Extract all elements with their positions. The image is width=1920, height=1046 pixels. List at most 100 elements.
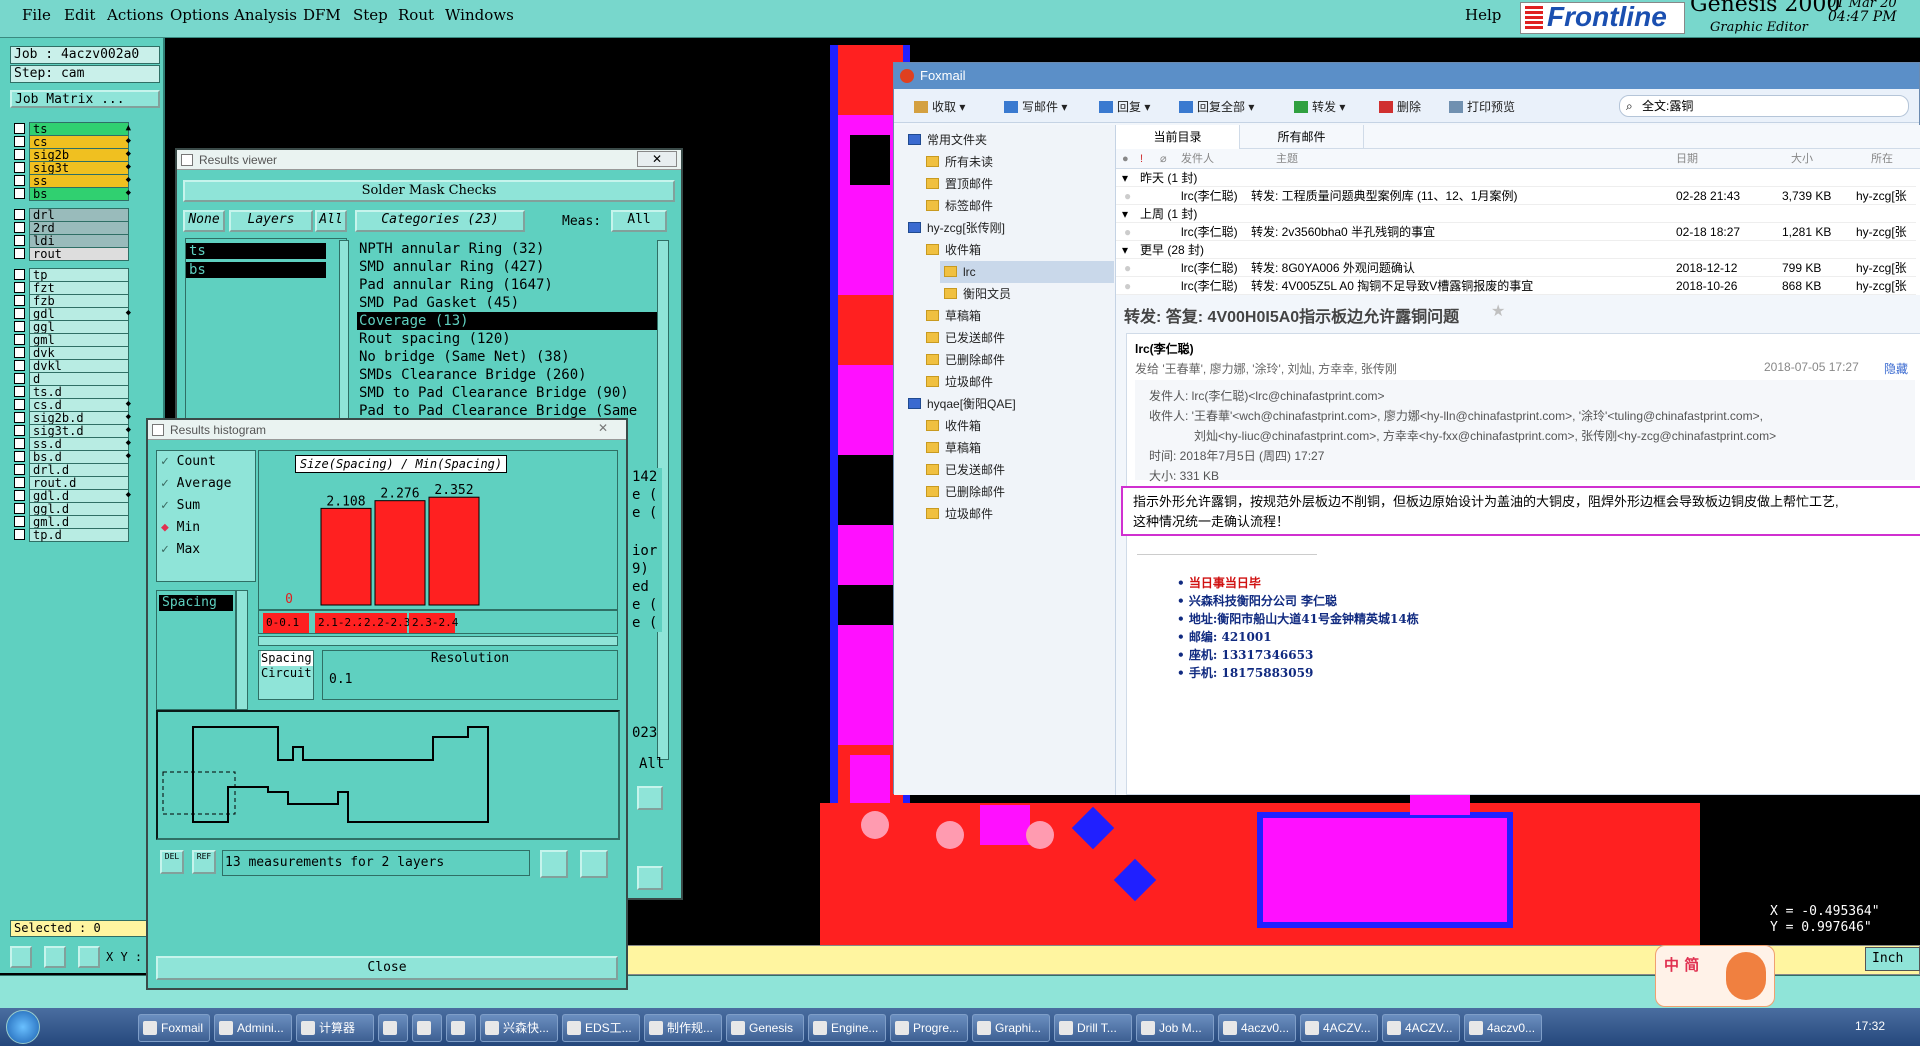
resolution-value[interactable]: 0.1 (323, 672, 617, 687)
mail-row[interactable]: ● lrc(李仁聪) 转发: 工程质量问题典型案例库 (11、12、1月案例) 02-… (1116, 187, 1916, 205)
folder-item[interactable]: 已删除邮件 (922, 481, 1114, 503)
col-subject[interactable]: 主题 (1276, 149, 1298, 169)
layer-row[interactable]: sig2b ◆ (14, 148, 134, 162)
layer-row[interactable]: ts ▲ (14, 122, 134, 136)
delete-button[interactable]: 删除 (1379, 98, 1421, 115)
layer-name[interactable]: bs.d (29, 450, 129, 464)
expand-icon[interactable]: ▾ (1122, 241, 1128, 259)
menu-options[interactable]: Options (170, 6, 229, 24)
layer-name[interactable]: sig2b.d (29, 411, 129, 425)
layer-name[interactable]: cs (29, 135, 129, 149)
layer-row[interactable]: dvkl (14, 359, 134, 373)
expand-icon[interactable]: ▾ (1122, 169, 1128, 187)
menu-step[interactable]: Step (353, 6, 388, 24)
layer-checkbox[interactable] (14, 347, 25, 358)
taskbar-item[interactable]: 4ACZV... (1382, 1014, 1460, 1042)
tab-current-folder[interactable]: 当前目录 (1116, 125, 1240, 149)
taskbar-item[interactable]: 4aczv0... (1218, 1014, 1296, 1042)
layer-row[interactable]: d (14, 372, 134, 386)
folder-item[interactable]: 标签邮件 (922, 195, 1114, 217)
col-location[interactable]: 所在 (1871, 149, 1893, 169)
layer-name[interactable]: drl (29, 208, 129, 222)
layer-name[interactable]: gdl.d (29, 489, 129, 503)
layer-checkbox[interactable] (14, 248, 25, 259)
folder-item[interactable]: 收件箱 (922, 415, 1114, 437)
layer-row[interactable]: gml.d (14, 515, 134, 529)
layer-checkbox[interactable] (14, 399, 25, 410)
layer-checkbox[interactable] (14, 235, 25, 246)
layer-row[interactable]: gdl ◆ (14, 307, 134, 321)
category-item[interactable]: NPTH annular Ring (32) (357, 240, 667, 258)
category-item[interactable]: Pad annular Ring (1647) (357, 276, 667, 294)
layer-name[interactable]: fzt (29, 281, 129, 295)
layer-checkbox[interactable] (14, 386, 25, 397)
menu-windows[interactable]: Windows (445, 6, 514, 24)
layer-name[interactable]: ggl.d (29, 502, 129, 516)
layer-checkbox[interactable] (14, 373, 25, 384)
layer-checkbox[interactable] (14, 269, 25, 280)
close-icon[interactable]: ✕ (637, 151, 677, 167)
reply-all-button[interactable]: 回复全部 ▾ (1179, 98, 1254, 115)
layer-row[interactable]: sig3t.d ◆ (14, 424, 134, 438)
del-button[interactable]: DEL (160, 850, 184, 874)
taskbar-item[interactable]: Engine... (808, 1014, 886, 1042)
taskbar-item[interactable] (446, 1014, 476, 1042)
layer-name[interactable]: cs.d (29, 398, 129, 412)
layer-row[interactable]: cs ◆ (14, 135, 134, 149)
taskbar-item[interactable]: 4ACZV... (1300, 1014, 1378, 1042)
folder-item[interactable]: 置顶邮件 (922, 173, 1114, 195)
hide-link[interactable]: 隐藏 (1884, 360, 1908, 377)
layer-checkbox[interactable] (14, 477, 25, 488)
report-icon[interactable] (580, 850, 608, 878)
measure-scrollbar[interactable] (236, 590, 248, 710)
layer-row[interactable]: rout.d (14, 476, 134, 490)
mail-row[interactable]: ● lrc(李仁聪) 转发: 4V005Z5L A0 掏铜不足导致V槽露铜报废的事宜… (1116, 277, 1916, 295)
folder-item[interactable]: 衡阳文员 (940, 283, 1114, 305)
col-sender[interactable]: 发件人 (1181, 149, 1214, 169)
mail-row[interactable]: ● lrc(李仁聪) 转发: 8G0YA006 外观问题确认 2018-12-12 79… (1116, 259, 1916, 277)
layer-checkbox[interactable] (14, 188, 25, 199)
layer-row[interactable]: ldi (14, 234, 134, 248)
layer-checkbox[interactable] (14, 321, 25, 332)
col-date[interactable]: 日期 (1676, 149, 1698, 169)
job-matrix-button[interactable]: Job Matrix ... (10, 90, 160, 108)
folder-item[interactable]: 草稿箱 (922, 437, 1114, 459)
layer-name[interactable]: sig2b (29, 148, 129, 162)
layer-checkbox[interactable] (14, 162, 25, 173)
mail-group-header[interactable]: ▾ 更早 (28 封) (1116, 241, 1916, 259)
measure-tool-icon[interactable] (44, 946, 66, 968)
layer-row[interactable]: ss.d ◆ (14, 437, 134, 451)
layer-checkbox[interactable] (14, 222, 25, 233)
layer-row[interactable]: sig3t ◆ (14, 161, 134, 175)
folder-item[interactable]: hyqae[衡阳QAE] (904, 393, 1114, 415)
aggregate-option[interactable]: ✓ Max (157, 539, 255, 561)
aggregate-option[interactable]: ✓ Sum (157, 495, 255, 517)
snap-tool-icon[interactable] (78, 946, 100, 968)
layer-checkbox[interactable] (14, 529, 25, 540)
print-preview-button[interactable]: 打印预览 (1449, 98, 1515, 115)
aggregate-option[interactable]: ◆ Min (157, 517, 255, 539)
receive-button[interactable]: 收取 ▾ (914, 98, 965, 115)
layer-name[interactable]: ts (29, 122, 129, 136)
list-item[interactable]: Spacing (159, 595, 233, 611)
layer-name[interactable]: sig3t.d (29, 424, 129, 438)
histogram-icon[interactable] (637, 866, 663, 890)
folder-item[interactable]: 垃圾邮件 (922, 503, 1114, 525)
layer-checkbox[interactable] (14, 136, 25, 147)
taskbar-item[interactable]: Genesis (726, 1014, 804, 1042)
categories-button[interactable]: Categories (23) (355, 210, 525, 232)
forward-button[interactable]: 转发 ▾ (1294, 98, 1345, 115)
category-item[interactable]: SMD Pad Gasket (45) (357, 294, 667, 312)
layer-name[interactable]: rout.d (29, 476, 129, 490)
layer-row[interactable]: cs.d ◆ (14, 398, 134, 412)
layer-row[interactable]: dvk (14, 346, 134, 360)
layer-checkbox[interactable] (14, 503, 25, 514)
layer-checkbox[interactable] (14, 209, 25, 220)
taskbar-item[interactable]: Progre... (890, 1014, 968, 1042)
taskbar-item[interactable]: 兴森快... (480, 1014, 558, 1042)
mail-group-header[interactable]: ▾ 昨天 (1 封) (1116, 169, 1916, 187)
layer-checkbox[interactable] (14, 516, 25, 527)
layer-row[interactable]: ggl (14, 320, 134, 334)
list-item[interactable]: bs (186, 262, 326, 278)
category-item[interactable]: SMDs Clearance Bridge (260) (357, 366, 667, 384)
